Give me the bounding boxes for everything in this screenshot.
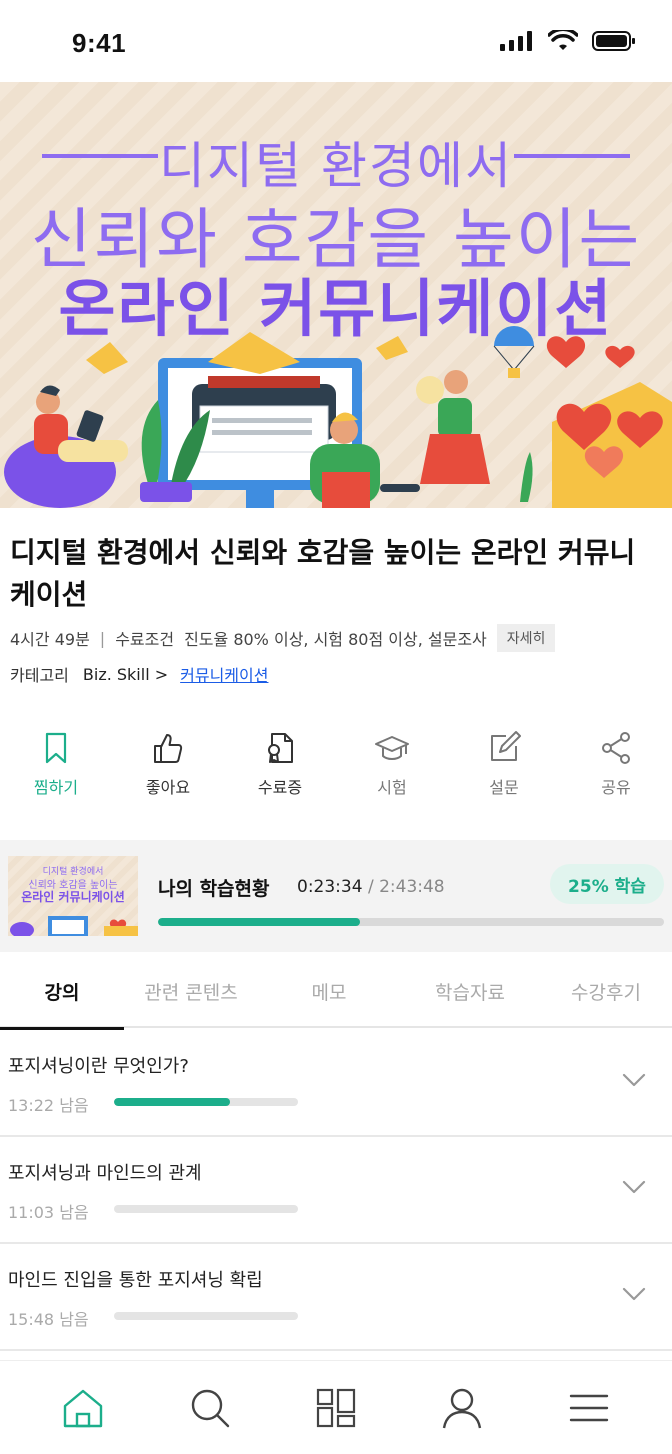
search-icon bbox=[191, 1389, 229, 1427]
tab-materials[interactable]: 학습자료 bbox=[400, 954, 540, 1028]
chevron-down-icon[interactable] bbox=[620, 1173, 648, 1201]
survey-label: 설문 bbox=[489, 778, 519, 797]
content-tabs: 강의 관련 콘텐츠 메모 학습자료 수강후기 bbox=[0, 954, 672, 1030]
learning-progress-card[interactable]: 디지털 환경에서 신뢰와 호감을 높이는 온라인 커뮤니케이션 나의 학습현황 … bbox=[0, 840, 672, 952]
progress-total-time: / 2:43:48 bbox=[367, 877, 445, 897]
progress-bar bbox=[158, 918, 664, 926]
tab-related-content[interactable]: 관련 콘텐츠 bbox=[124, 954, 258, 1028]
share-button[interactable]: 공유 bbox=[560, 730, 672, 810]
thumbnail-text-3: 온라인 커뮤니케이션 bbox=[21, 890, 125, 904]
detail-button[interactable]: 자세히 bbox=[496, 624, 556, 652]
share-icon bbox=[602, 732, 630, 764]
lecture-progress-bar bbox=[114, 1312, 298, 1320]
user-icon bbox=[443, 1388, 482, 1428]
home-icon bbox=[63, 1389, 103, 1427]
certificate-label: 수료증 bbox=[257, 778, 303, 797]
status-icons bbox=[500, 30, 636, 52]
completion-label: 수료조건 bbox=[115, 630, 175, 649]
lecture-remaining: 11:03 남음 bbox=[8, 1203, 89, 1222]
status-time: 9:41 bbox=[72, 28, 127, 58]
graduation-cap-icon bbox=[375, 736, 409, 760]
lecture-item[interactable]: 포지셔닝과 마인드의 관계 11:03 남음 bbox=[0, 1137, 672, 1244]
like-button[interactable]: 좋아요 bbox=[112, 730, 224, 810]
certificate-icon bbox=[268, 733, 293, 763]
bookmark-label: 찜하기 bbox=[33, 778, 79, 797]
course-banner: 디지털 환경에서 신뢰와 호감을 높이는 온라인 커뮤니케이션 bbox=[0, 82, 672, 508]
like-label: 좋아요 bbox=[145, 778, 191, 797]
thumbnail-illustration bbox=[10, 916, 138, 936]
progress-current-time: 0:23:34 bbox=[297, 877, 363, 897]
completion-condition: 진도율 80% 이상, 시험 80점 이상, 설문조사 bbox=[184, 630, 487, 649]
action-bar: 찜하기 좋아요 수료증 시험 설문 공유 bbox=[0, 730, 672, 810]
lecture-item[interactable]: 포지셔닝이란 무엇인가? 13:22 남음 bbox=[0, 1030, 672, 1137]
progress-badge: 25% 학습 bbox=[550, 864, 664, 904]
lecture-remaining: 13:22 남음 bbox=[8, 1096, 89, 1115]
category-row: 카테고리 Biz. Skill > 커뮤니케이션 bbox=[10, 662, 268, 686]
thumbs-up-icon bbox=[154, 734, 183, 763]
nav-categories[interactable] bbox=[296, 1378, 376, 1438]
category-path[interactable]: Biz. Skill > bbox=[83, 665, 168, 684]
course-duration: 4시간 49분 bbox=[10, 630, 90, 649]
lecture-progress-bar bbox=[114, 1205, 298, 1213]
category-label: 카테고리 bbox=[10, 666, 69, 685]
lecture-progress-bar bbox=[114, 1098, 298, 1106]
progress-time: 0:23:34 / 2:43:48 bbox=[297, 877, 445, 897]
lecture-title: 마인드 진입을 통한 포지셔닝 확립 bbox=[8, 1270, 263, 1291]
nav-menu[interactable] bbox=[549, 1378, 629, 1438]
lecture-list: 포지셔닝이란 무엇인가? 13:22 남음 포지셔닝과 마인드의 관계 11:0… bbox=[0, 1030, 672, 1351]
tab-memo[interactable]: 메모 bbox=[258, 954, 400, 1028]
lecture-title: 포지셔닝이란 무엇인가? bbox=[8, 1056, 189, 1077]
lecture-remaining: 15:48 남음 bbox=[8, 1310, 89, 1329]
chevron-down-icon[interactable] bbox=[620, 1066, 648, 1094]
wifi-icon bbox=[548, 30, 578, 50]
nav-home[interactable] bbox=[43, 1378, 123, 1438]
banner-illustration bbox=[4, 326, 672, 508]
exam-button[interactable]: 시험 bbox=[336, 730, 448, 810]
status-bar: 9:41 bbox=[0, 0, 672, 82]
progress-title: 나의 학습현황 bbox=[158, 878, 270, 900]
bookmark-button[interactable]: 찜하기 bbox=[0, 730, 112, 810]
bottom-nav bbox=[0, 1360, 672, 1454]
chevron-down-icon[interactable] bbox=[620, 1280, 648, 1308]
nav-profile[interactable] bbox=[422, 1378, 502, 1438]
tab-lecture[interactable]: 강의 bbox=[0, 954, 124, 1030]
certificate-button[interactable]: 수료증 bbox=[224, 730, 336, 810]
progress-bar-fill bbox=[158, 918, 361, 926]
tab-reviews[interactable]: 수강후기 bbox=[540, 954, 672, 1028]
edit-icon bbox=[491, 731, 521, 761]
course-meta: 4시간 49분 | 수료조건 진도율 80% 이상, 시험 80점 이상, 설문… bbox=[10, 624, 556, 652]
nav-search[interactable] bbox=[170, 1378, 250, 1438]
menu-icon bbox=[569, 1394, 608, 1421]
lecture-item[interactable]: 마인드 진입을 통한 포지셔닝 확립 15:48 남음 bbox=[0, 1244, 672, 1351]
signal-icon bbox=[500, 31, 532, 51]
lecture-progress-fill bbox=[114, 1098, 230, 1106]
bookmark-icon bbox=[45, 732, 67, 764]
battery-icon bbox=[592, 31, 635, 51]
course-title: 디지털 환경에서 신뢰와 호감을 높이는 온라인 커뮤니케이션 bbox=[10, 536, 636, 611]
meta-separator: | bbox=[99, 628, 106, 648]
lecture-title: 포지셔닝과 마인드의 관계 bbox=[8, 1163, 202, 1184]
grid-icon bbox=[316, 1388, 356, 1427]
course-thumbnail: 디지털 환경에서 신뢰와 호감을 높이는 온라인 커뮤니케이션 bbox=[8, 856, 138, 936]
share-label: 공유 bbox=[601, 778, 631, 797]
survey-button[interactable]: 설문 bbox=[448, 730, 560, 810]
category-link[interactable]: 커뮤니케이션 bbox=[180, 662, 268, 686]
exam-label: 시험 bbox=[377, 778, 407, 797]
